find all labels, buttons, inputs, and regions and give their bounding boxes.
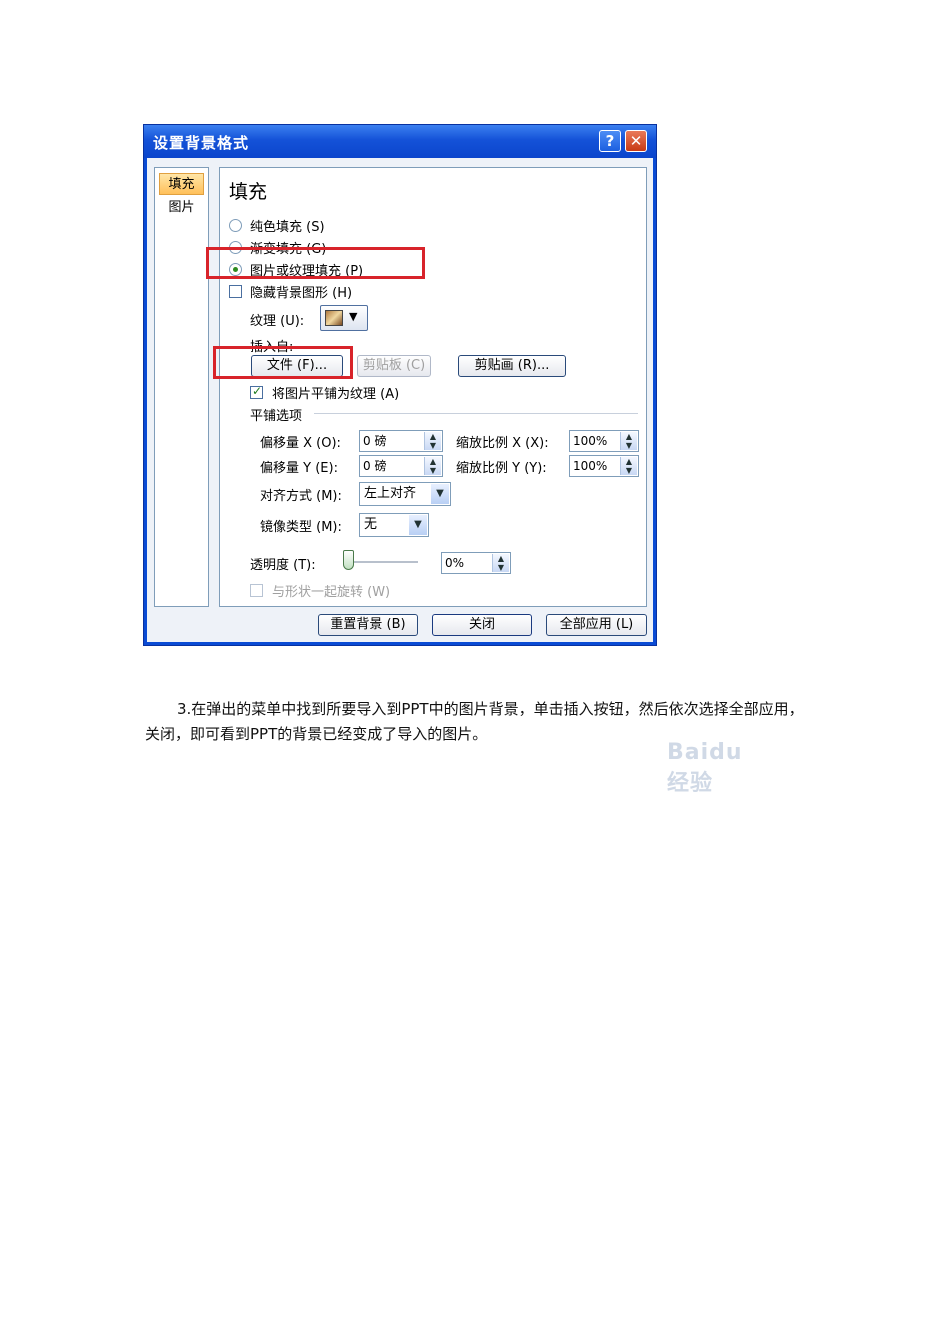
chevron-down-icon[interactable]: ▼ <box>409 515 427 535</box>
section-divider <box>314 413 638 414</box>
solid-fill-label: 纯色填充 (S) <box>250 220 325 235</box>
alignment-label: 对齐方式 (M): <box>260 489 342 504</box>
transparency-label: 透明度 (T): <box>250 558 316 573</box>
apply-all-button[interactable]: 全部应用 (L) <box>546 614 647 636</box>
spin-arrows-icon[interactable]: ▲ ▼ <box>424 432 441 450</box>
offset-y-value: 0 磅 <box>363 459 387 473</box>
tile-picture-label: 将图片平铺为纹理 (A) <box>272 387 400 402</box>
category-list: 填充 图片 <box>154 167 209 607</box>
transparency-slider-thumb[interactable] <box>343 550 354 570</box>
spin-arrows-icon[interactable]: ▲ ▼ <box>620 457 637 475</box>
help-button[interactable]: ? <box>599 130 621 152</box>
spin-arrows-icon[interactable]: ▲ ▼ <box>424 457 441 475</box>
close-icon[interactable]: ✕ <box>625 130 647 152</box>
scale-y-stepper[interactable]: 100% ▲ ▼ <box>569 455 639 477</box>
close-button[interactable]: 关闭 <box>432 614 532 636</box>
clipboard-button: 剪贴板 (C) <box>357 355 431 377</box>
highlight-picture-fill-option <box>206 247 425 279</box>
spin-arrows-icon[interactable]: ▲ ▼ <box>620 432 637 450</box>
panel-title: 填充 <box>229 181 268 203</box>
texture-label: 纹理 (U): <box>250 314 305 329</box>
solid-fill-radio[interactable] <box>229 219 242 232</box>
tile-picture-checkbox[interactable]: ✓ <box>250 384 263 399</box>
nav-item-picture[interactable]: 图片 <box>159 197 204 219</box>
alignment-value: 左上对齐 <box>364 486 417 501</box>
texture-picker[interactable]: ▼ <box>320 305 368 331</box>
offset-x-value: 0 磅 <box>363 434 387 448</box>
mirror-type-label: 镜像类型 (M): <box>260 520 342 535</box>
dialog-body: 填充 图片 填充 纯色填充 (S) 渐变填充 (G) 图片或纹理填充 (P) 隐… <box>147 158 742 796</box>
transparency-slider-track[interactable] <box>350 561 418 563</box>
clip-art-button[interactable]: 剪贴画 (R)... <box>458 355 566 377</box>
chevron-down-icon[interactable]: ▼ <box>431 484 449 504</box>
spin-arrows-icon[interactable]: ▲ ▼ <box>492 554 509 572</box>
transparency-stepper[interactable]: 0% ▲ ▼ <box>441 552 511 574</box>
offset-x-stepper[interactable]: 0 磅 ▲ ▼ <box>359 430 443 452</box>
chevron-down-icon: ▼ <box>349 310 358 323</box>
scale-x-stepper[interactable]: 100% ▲ ▼ <box>569 430 639 452</box>
scale-y-value: 100% <box>573 459 608 473</box>
transparency-value: 0% <box>445 556 465 570</box>
offset-y-stepper[interactable]: 0 磅 ▲ ▼ <box>359 455 443 477</box>
texture-swatch-icon <box>325 310 343 326</box>
hide-background-label: 隐藏背景图形 (H) <box>250 286 353 301</box>
offset-x-label: 偏移量 X (O): <box>260 436 341 451</box>
mirror-type-value: 无 <box>364 517 378 532</box>
fill-panel: 填充 纯色填充 (S) 渐变填充 (G) 图片或纹理填充 (P) 隐藏背景图形 … <box>219 167 647 607</box>
nav-item-fill[interactable]: 填充 <box>159 173 204 195</box>
scale-x-value: 100% <box>573 434 608 448</box>
rotate-with-shape-label: 与形状一起旋转 (W) <box>272 585 391 600</box>
alignment-select[interactable]: 左上对齐 ▼ <box>359 482 451 506</box>
rotate-with-shape-checkbox <box>250 584 263 597</box>
reset-background-button[interactable]: 重置背景 (B) <box>318 614 418 636</box>
scale-y-label: 缩放比例 Y (Y): <box>456 461 547 476</box>
mirror-type-select[interactable]: 无 ▼ <box>359 513 429 537</box>
baidu-watermark: Baidu 经验 <box>667 740 743 796</box>
tiling-options-heading: 平铺选项 <box>250 409 303 424</box>
title-bar[interactable]: 设置背景格式 ? ✕ <box>144 125 656 158</box>
format-background-dialog: 设置背景格式 ? ✕ 填充 图片 填充 纯色填充 (S) 渐变填充 (G) 图片… <box>143 124 742 796</box>
highlight-insert-file-button <box>213 346 353 379</box>
scale-x-label: 缩放比例 X (X): <box>456 436 549 451</box>
dialog-title: 设置背景格式 <box>153 134 250 152</box>
hide-background-checkbox[interactable] <box>229 285 242 298</box>
step-caption: 3.在弹出的菜单中找到所要导入到PPT中的图片背景，单击插入按钮，然后依次选择全… <box>145 700 804 743</box>
offset-y-label: 偏移量 Y (E): <box>260 461 338 476</box>
